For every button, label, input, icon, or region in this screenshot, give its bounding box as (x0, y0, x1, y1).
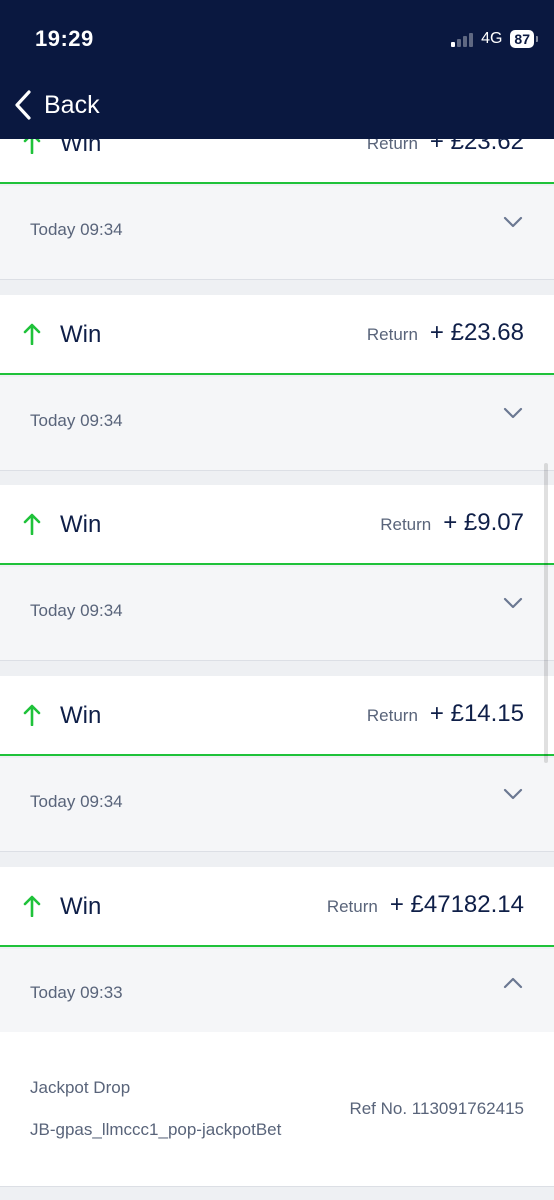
transaction-date: Today 09:34 (30, 220, 123, 239)
signal-icon (451, 31, 474, 47)
return-label: Return (366, 325, 418, 344)
date-row-toggle[interactable]: Today 09:34 (0, 186, 554, 280)
return-label: Return (366, 706, 418, 725)
transaction-date: Today 09:33 (30, 983, 123, 1002)
chevron-up-icon[interactable] (502, 975, 524, 991)
back-button[interactable]: Back (12, 88, 100, 122)
game-name: Jackpot Drop (30, 1078, 131, 1097)
win-label: Win (60, 702, 102, 729)
win-row: Win Return + £14.15 (0, 676, 554, 756)
transaction-date: Today 09:34 (30, 792, 123, 811)
chevron-down-icon[interactable] (502, 595, 524, 611)
return-label: Return (326, 897, 378, 916)
chevron-left-icon (15, 90, 31, 120)
return-info: Return + £23.68 (367, 319, 524, 347)
arrow-up-icon (23, 895, 41, 917)
game-code: JB-gpas_llmccc1_pop-jackpotBet (30, 1120, 282, 1139)
arrow-up-icon (23, 323, 41, 345)
chevron-down-icon[interactable] (502, 214, 524, 230)
win-row: Win Return + £23.68 (0, 295, 554, 375)
date-row-toggle[interactable]: Today 09:34 (0, 567, 554, 661)
status-time: 19:29 (35, 26, 94, 51)
return-info: Return + £9.07 (380, 509, 524, 537)
network-type: 4G (481, 30, 503, 47)
return-amount: + £9.07 (443, 509, 524, 536)
win-row: Win Return + £47182.14 (0, 867, 554, 947)
arrow-up-icon (23, 704, 41, 726)
return-amount: + £47182.14 (389, 891, 524, 918)
back-label: Back (44, 90, 100, 119)
return-info: Return + £47182.14 (327, 891, 524, 919)
win-row: Win Return + £9.07 (0, 485, 554, 565)
chevron-down-icon[interactable] (502, 786, 524, 802)
win-label: Win (60, 321, 102, 348)
date-row-toggle[interactable]: Today 09:34 (0, 758, 554, 852)
scrollbar[interactable] (544, 463, 548, 763)
return-label: Return (380, 515, 432, 534)
chevron-down-icon[interactable] (502, 405, 524, 421)
reference-number: Ref No. 113091762415 (349, 1099, 524, 1118)
transaction-date: Today 09:34 (30, 411, 123, 430)
app-header: 19:29 4G 87 Back (0, 0, 554, 139)
transaction-date: Today 09:34 (30, 601, 123, 620)
win-label: Win (60, 511, 102, 538)
date-row-toggle[interactable]: Today 09:33 (0, 949, 554, 1032)
arrow-up-icon (23, 513, 41, 535)
battery-icon: 87 (510, 30, 538, 48)
status-indicators: 4G 87 (451, 30, 538, 48)
return-info: Return + £14.15 (367, 700, 524, 728)
transaction-detail: Jackpot Drop JB-gpas_llmccc1_pop-jackpot… (0, 1032, 554, 1187)
return-amount: + £23.68 (429, 319, 524, 346)
return-amount: + £14.15 (429, 700, 524, 727)
date-row-toggle[interactable]: Today 09:34 (0, 377, 554, 471)
win-label: Win (60, 893, 102, 920)
